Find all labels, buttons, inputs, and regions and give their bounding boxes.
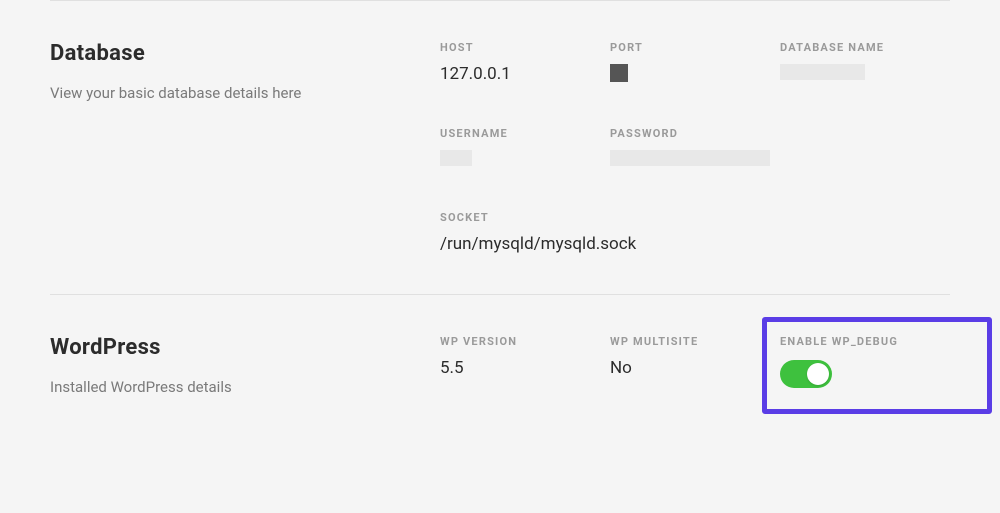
host-label: HOST xyxy=(440,41,610,54)
wp-multisite-label: WP MULTISITE xyxy=(610,335,780,348)
port-value xyxy=(610,64,780,87)
wp-debug-toggle[interactable] xyxy=(780,360,832,388)
wordpress-title: WordPress xyxy=(50,335,410,360)
socket-field: SOCKET /run/mysqld/mysqld.sock xyxy=(440,211,950,254)
enable-wp-debug-field: ENABLE WP_DEBUG xyxy=(780,335,950,396)
port-field: PORT xyxy=(610,41,780,87)
password-value xyxy=(610,150,950,171)
username-value xyxy=(440,150,610,171)
database-section: Database View your basic database detail… xyxy=(0,1,1000,294)
socket-value: /run/mysqld/mysqld.sock xyxy=(440,234,950,254)
database-fields-grid: HOST 127.0.0.1 PORT DATABASE NAME USERNA… xyxy=(440,41,950,254)
username-field: USERNAME xyxy=(440,127,610,171)
wp-multisite-value: No xyxy=(610,358,780,378)
socket-label: SOCKET xyxy=(440,211,950,224)
password-label: PASSWORD xyxy=(610,127,950,140)
database-title: Database xyxy=(50,41,410,66)
wordpress-section: WordPress Installed WordPress details WP… xyxy=(0,295,1000,436)
database-name-value xyxy=(780,64,950,85)
database-name-redacted xyxy=(780,64,865,80)
wordpress-section-left: WordPress Installed WordPress details xyxy=(50,335,440,396)
enable-wp-debug-label: ENABLE WP_DEBUG xyxy=(780,335,950,348)
database-name-label: DATABASE NAME xyxy=(780,41,950,54)
username-redacted xyxy=(440,150,472,166)
port-label: PORT xyxy=(610,41,780,54)
port-redacted xyxy=(610,64,628,82)
wp-version-label: WP VERSION xyxy=(440,335,610,348)
database-section-left: Database View your basic database detail… xyxy=(50,41,440,254)
database-name-field: DATABASE NAME xyxy=(780,41,950,87)
password-redacted xyxy=(610,150,770,166)
wp-version-field: WP VERSION 5.5 xyxy=(440,335,610,396)
wp-multisite-field: WP MULTISITE No xyxy=(610,335,780,396)
username-label: USERNAME xyxy=(440,127,610,140)
password-field: PASSWORD xyxy=(610,127,950,171)
host-field: HOST 127.0.0.1 xyxy=(440,41,610,87)
toggle-knob xyxy=(807,363,829,385)
wp-version-value: 5.5 xyxy=(440,358,610,378)
wordpress-fields-grid: WP VERSION 5.5 WP MULTISITE No ENABLE WP… xyxy=(440,335,950,396)
wordpress-subtitle: Installed WordPress details xyxy=(50,378,410,396)
database-subtitle: View your basic database details here xyxy=(50,84,410,102)
host-value: 127.0.0.1 xyxy=(440,64,610,84)
